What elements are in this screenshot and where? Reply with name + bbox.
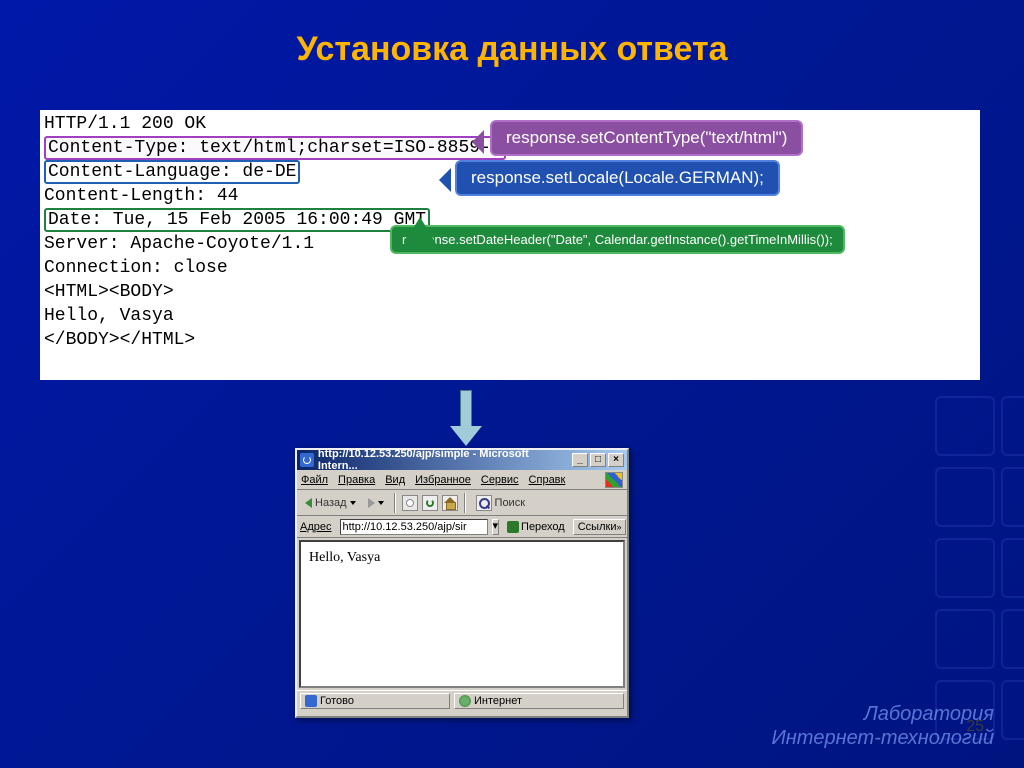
code-line: </BODY></HTML>	[44, 328, 976, 352]
back-button[interactable]: Назад	[301, 496, 360, 510]
code-line-highlighted-green: Date: Tue, 15 Feb 2005 16:00:49 GMT	[44, 208, 430, 232]
status-zone: Интернет	[474, 695, 522, 707]
toolbar: Назад Поиск	[297, 490, 627, 516]
links-button[interactable]: Ссылки »	[573, 519, 627, 535]
footer-brand: Лаборатория Интернет-технологий	[771, 702, 994, 750]
refresh-icon[interactable]	[422, 495, 438, 511]
code-line: <HTML><BODY>	[44, 280, 976, 304]
minimize-button[interactable]: _	[572, 453, 588, 467]
address-input[interactable]	[340, 519, 488, 535]
browser-window: http://10.12.53.250/ajp/simple - Microso…	[295, 448, 629, 718]
maximize-button[interactable]: □	[590, 453, 606, 467]
menu-file[interactable]: Файл	[301, 474, 328, 486]
code-line: Hello, Vasya	[44, 304, 976, 328]
code-line: Connection: close	[44, 256, 976, 280]
separator	[394, 493, 396, 513]
arrow-down-icon	[450, 390, 480, 445]
page-text: Hello, Vasya	[309, 550, 380, 565]
window-title: http://10.12.53.250/ajp/simple - Microso…	[318, 448, 570, 472]
address-label: Адрес	[300, 521, 332, 533]
globe-icon	[459, 695, 471, 707]
menu-tools[interactable]: Сервис	[481, 474, 519, 486]
callout-green: response.setDateHeader("Date", Calendar.…	[390, 225, 845, 254]
separator	[464, 493, 466, 513]
address-bar: Адрес ▾ Переход Ссылки »	[297, 516, 627, 538]
code-line-highlighted-purple: Content-Type: text/html;charset=ISO-8859…	[44, 136, 506, 160]
stop-icon[interactable]	[402, 495, 418, 511]
chevron-down-icon	[378, 501, 384, 505]
status-ready: Готово	[320, 695, 354, 707]
chevron-right-icon: »	[616, 522, 621, 532]
search-icon	[476, 495, 492, 511]
chevron-down-icon	[350, 501, 356, 505]
close-button[interactable]: ×	[608, 453, 624, 467]
menubar: Файл Правка Вид Избранное Сервис Справк	[297, 470, 627, 490]
menu-favorites[interactable]: Избранное	[415, 474, 471, 486]
window-titlebar[interactable]: http://10.12.53.250/ajp/simple - Microso…	[297, 450, 627, 470]
home-icon[interactable]	[442, 495, 458, 511]
address-dropdown[interactable]: ▾	[492, 519, 500, 535]
arrow-right-icon	[368, 498, 375, 508]
code-line-highlighted-blue: Content-Language: de-DE	[44, 160, 300, 184]
go-icon	[507, 521, 519, 533]
ie-icon	[300, 453, 314, 467]
slide-title: Установка данных ответа	[0, 30, 1024, 69]
menu-view[interactable]: Вид	[385, 474, 405, 486]
arrow-left-icon	[305, 498, 312, 508]
search-button[interactable]: Поиск	[472, 494, 529, 512]
status-bar: Готово Интернет	[297, 690, 627, 710]
callout-blue: response.setLocale(Locale.GERMAN);	[455, 160, 780, 196]
go-button[interactable]: Переход	[503, 521, 569, 533]
windows-flag-icon	[605, 472, 623, 488]
keyboard-decoration	[932, 393, 1024, 748]
forward-button[interactable]	[364, 497, 388, 509]
page-content: Hello, Vasya	[299, 540, 625, 688]
callout-purple: response.setContentType("text/html")	[490, 120, 803, 156]
ie-icon	[305, 695, 317, 707]
menu-edit[interactable]: Правка	[338, 474, 375, 486]
menu-help[interactable]: Справк	[529, 474, 566, 486]
